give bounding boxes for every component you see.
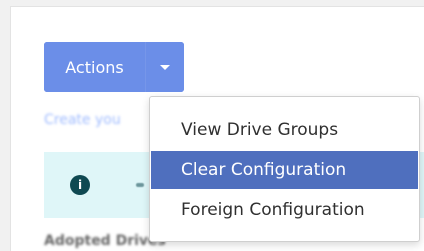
info-icon: i (70, 175, 90, 195)
section-heading: Adopted Drives (44, 233, 166, 249)
menu-item-foreign-configuration[interactable]: Foreign Configuration (151, 191, 418, 229)
actions-dropdown-toggle[interactable] (146, 42, 184, 92)
actions-button[interactable]: Actions (44, 42, 146, 92)
caret-down-icon (160, 64, 170, 70)
actions-button-group: Actions (44, 42, 184, 92)
actions-dropdown-menu: View Drive Groups Clear Configuration Fo… (149, 96, 420, 242)
helper-text: Create you (44, 112, 121, 128)
menu-item-clear-configuration[interactable]: Clear Configuration (151, 151, 418, 189)
menu-item-view-drive-groups[interactable]: View Drive Groups (151, 111, 418, 149)
info-text-fragment (136, 183, 144, 187)
